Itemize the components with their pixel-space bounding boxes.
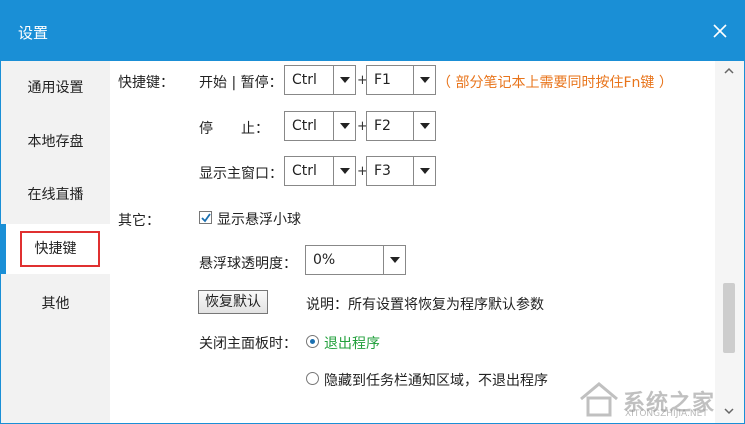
chevron-down-icon xyxy=(340,123,350,129)
dropdown-arrow[interactable] xyxy=(413,157,435,185)
sidebar-item-live[interactable]: 在线直播 xyxy=(1,170,110,220)
select-value: Ctrl xyxy=(292,163,317,179)
select-value: 0% xyxy=(313,252,336,268)
house-logo-icon xyxy=(580,382,618,417)
sidebar-item-label: 本地存盘 xyxy=(27,134,84,150)
opacity-label: 悬浮球透明度： xyxy=(199,256,297,272)
dropdown-arrow[interactable] xyxy=(413,66,435,94)
show-main-key-select[interactable]: F3 xyxy=(366,156,436,186)
select-value: Ctrl xyxy=(292,118,317,134)
chevron-down-icon xyxy=(340,77,350,83)
chevron-down-icon xyxy=(420,77,430,83)
dropdown-arrow[interactable] xyxy=(333,112,355,140)
dropdown-arrow[interactable] xyxy=(333,157,355,185)
window-title: 设置 xyxy=(18,24,49,42)
restore-note: 说明：所有设置将恢复为程序默认参数 xyxy=(306,297,544,313)
select-value: F1 xyxy=(374,72,391,88)
sidebar-item-label: 在线直播 xyxy=(27,187,84,203)
restore-defaults-button[interactable]: 恢复默认 xyxy=(198,290,268,314)
vertical-scrollbar[interactable] xyxy=(715,61,744,423)
chevron-down-icon xyxy=(390,257,400,263)
select-value: F3 xyxy=(374,163,391,179)
start-pause-modifier-select[interactable]: Ctrl xyxy=(284,65,356,95)
stop-key-select[interactable]: F2 xyxy=(366,111,436,141)
stop-modifier-select[interactable]: Ctrl xyxy=(284,111,356,141)
sidebar-item-other[interactable]: 其他 xyxy=(1,279,110,329)
select-value: Ctrl xyxy=(292,72,317,88)
content-panel: 快捷键： 开始 | 暂停： Ctrl + F1 （ 部分笔记本上需要同时按住Fn… xyxy=(110,61,715,423)
dropdown-arrow[interactable] xyxy=(383,246,405,274)
close-button[interactable] xyxy=(710,21,730,41)
scroll-up-button[interactable] xyxy=(722,65,736,77)
watermark-url: XITONGZHIJIA.NET xyxy=(625,409,708,419)
option-exit-program-label: 退出程序 xyxy=(324,336,380,352)
hotkey-label-show-main: 显示主窗口： xyxy=(199,166,283,182)
radio-exit-program[interactable] xyxy=(306,335,319,348)
option-hide-to-tray-label: 隐藏到任务栏通知区域，不退出程序 xyxy=(324,373,548,389)
float-ball-label: 显示悬浮小球 xyxy=(217,212,301,228)
settings-window: 设置 通用设置 本地存盘 在线直播 快捷键 其他 快捷键： 开始 | 暂停： C… xyxy=(0,0,745,424)
select-value: F2 xyxy=(374,118,391,134)
sidebar-item-local-save[interactable]: 本地存盘 xyxy=(1,117,110,167)
float-ball-checkbox[interactable] xyxy=(199,211,212,224)
scroll-thumb[interactable] xyxy=(723,283,735,353)
radio-dot xyxy=(310,339,315,344)
dropdown-arrow[interactable] xyxy=(413,112,435,140)
arrow-up-icon xyxy=(724,67,734,74)
active-indicator xyxy=(1,224,6,274)
chevron-down-icon xyxy=(420,168,430,174)
checkmark-icon xyxy=(201,213,211,223)
highlight-box xyxy=(20,231,100,267)
show-main-modifier-select[interactable]: Ctrl xyxy=(284,156,356,186)
title-bar: 设置 xyxy=(1,1,744,61)
hotkeys-section-label: 快捷键： xyxy=(118,75,174,91)
other-section-label: 其它： xyxy=(118,213,160,229)
sidebar: 通用设置 本地存盘 在线直播 快捷键 其他 xyxy=(1,61,110,423)
close-icon xyxy=(713,24,727,38)
watermark: 系统之家 XITONGZHIJIA.NET xyxy=(573,379,738,419)
fn-key-note: （ 部分笔记本上需要同时按住Fn键 ） xyxy=(437,75,673,91)
close-panel-label: 关闭主面板时： xyxy=(199,336,297,352)
sidebar-item-label: 通用设置 xyxy=(27,80,84,96)
hotkey-label-stop: 停 止： xyxy=(199,121,269,137)
sidebar-item-hotkeys[interactable]: 快捷键 xyxy=(1,224,110,274)
sidebar-item-general[interactable]: 通用设置 xyxy=(1,63,110,113)
dropdown-arrow[interactable] xyxy=(333,66,355,94)
radio-hide-to-tray[interactable] xyxy=(306,372,319,385)
sidebar-item-label: 其他 xyxy=(41,296,70,312)
start-pause-key-select[interactable]: F1 xyxy=(366,65,436,95)
hotkey-label-start-pause: 开始 | 暂停： xyxy=(199,75,283,91)
chevron-down-icon xyxy=(420,123,430,129)
chevron-down-icon xyxy=(340,168,350,174)
opacity-select[interactable]: 0% xyxy=(305,245,406,275)
